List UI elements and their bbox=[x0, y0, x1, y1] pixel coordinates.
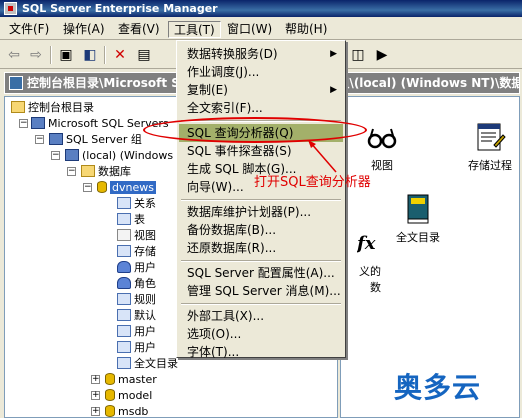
menu-item-restore-database[interactable]: 还原数据库(R)... bbox=[179, 239, 343, 257]
tree-item-fulltext-catalogs[interactable]: 全文目录 bbox=[117, 355, 178, 372]
menu-tools[interactable]: 工具(T) bbox=[168, 21, 221, 38]
function-icon bbox=[117, 341, 131, 353]
fulltext-catalog-icon bbox=[117, 357, 131, 369]
menu-item-maintenance-planner[interactable]: 数据库维护计划器(P)... bbox=[179, 203, 343, 221]
tree-item-users[interactable]: 用户 bbox=[117, 259, 156, 276]
menu-separator bbox=[181, 199, 341, 201]
detail-fulltext-catalogs[interactable]: 全文目录 bbox=[383, 193, 453, 245]
properties-icon[interactable]: ▤ bbox=[134, 45, 154, 65]
window-title: SQL Server Enterprise Manager bbox=[22, 2, 218, 15]
menu-help[interactable]: 帮助(H) bbox=[280, 21, 332, 38]
detail-label: 存储过程 bbox=[468, 159, 512, 172]
tools-dropdown-menu: 数据转换服务(D) ▶ 作业调度(J)... 复制(E) ▶ 全文索引(F)... … bbox=[176, 40, 346, 361]
annotation-label: 打开SQL查询分析器 bbox=[254, 175, 371, 190]
menu-view[interactable]: 查看(V) bbox=[113, 21, 165, 38]
menu-separator bbox=[181, 260, 341, 262]
tree-item-local-server[interactable]: (local) (Windows bbox=[65, 147, 173, 164]
server-group-icon bbox=[31, 117, 45, 129]
tree-item-msdb[interactable]: msdb bbox=[105, 403, 148, 417]
up-folder-icon[interactable]: ▣ bbox=[56, 45, 76, 65]
console-root-icon bbox=[9, 76, 23, 90]
svg-text:fx: fx bbox=[357, 233, 376, 254]
submenu-arrow-icon: ▶ bbox=[330, 49, 337, 59]
tree-item-model[interactable]: model bbox=[105, 387, 152, 404]
tree-item-user-types[interactable]: 用户 bbox=[117, 323, 156, 340]
folder-icon bbox=[11, 101, 25, 113]
tree-item-sql-server-group[interactable]: SQL Server 组 bbox=[49, 131, 142, 148]
detail-label: 全文目录 bbox=[396, 231, 440, 244]
menu-item-server-properties[interactable]: SQL Server 配置属性(A)... bbox=[179, 264, 343, 282]
menu-item-options[interactable]: 选项(O)... bbox=[179, 325, 343, 343]
menu-item-backup-database[interactable]: 备份数据库(B)... bbox=[179, 221, 343, 239]
view-glasses-icon bbox=[366, 121, 398, 153]
default-icon bbox=[117, 309, 131, 321]
diagram-icon bbox=[117, 197, 131, 209]
forward-arrow-icon[interactable]: ⇨ bbox=[26, 45, 46, 65]
tree-item-stored-procs[interactable]: 存储 bbox=[117, 243, 156, 260]
menu-item-replication[interactable]: 复制(E) ▶ bbox=[179, 81, 343, 99]
collapse-icon[interactable]: − bbox=[67, 167, 76, 176]
collapse-icon[interactable]: − bbox=[83, 183, 92, 192]
tree-item-rules[interactable]: 规则 bbox=[117, 291, 156, 308]
database-icon bbox=[97, 181, 107, 193]
menu-item-fulltext-index[interactable]: 全文索引(F)... bbox=[179, 99, 343, 117]
fulltext-catalog-icon bbox=[402, 193, 434, 225]
user-type-icon bbox=[117, 325, 131, 337]
delete-icon[interactable]: ✕ bbox=[110, 45, 130, 65]
user-icon bbox=[117, 261, 131, 273]
title-bar: SQL Server Enterprise Manager bbox=[0, 0, 522, 17]
tree-item-dvnews[interactable]: dvnews bbox=[97, 179, 156, 196]
menu-item-job-scheduling[interactable]: 作业调度(J)... bbox=[179, 63, 343, 81]
folder-icon bbox=[81, 165, 95, 177]
toolbar-separator bbox=[104, 46, 106, 64]
back-arrow-icon[interactable]: ⇦ bbox=[4, 45, 24, 65]
annotation-arrow-icon bbox=[308, 140, 337, 173]
tree-item-roles[interactable]: 角色 bbox=[117, 275, 156, 292]
server-icon bbox=[65, 149, 79, 161]
menu-item-manage-messages[interactable]: 管理 SQL Server 消息(M)... bbox=[179, 282, 343, 300]
detail-label: 视图 bbox=[371, 159, 393, 172]
database-icon bbox=[105, 405, 115, 417]
rule-icon bbox=[117, 293, 131, 305]
watermark-logo: 奥多云 bbox=[394, 371, 482, 404]
collapse-icon[interactable]: − bbox=[19, 119, 28, 128]
role-icon bbox=[117, 277, 131, 289]
show-tree-icon[interactable]: ◧ bbox=[80, 45, 100, 65]
tree-item-defaults[interactable]: 默认 bbox=[117, 307, 156, 324]
menu-window[interactable]: 窗口(W) bbox=[222, 21, 277, 38]
app-icon bbox=[4, 2, 17, 15]
run-icon[interactable]: ▶ bbox=[372, 45, 392, 65]
tree-item-user-functions[interactable]: 用户 bbox=[117, 339, 156, 356]
detail-stored-procs[interactable]: 存储过程 bbox=[455, 121, 522, 173]
menu-action[interactable]: 操作(A) bbox=[58, 21, 110, 38]
menu-item-fonts[interactable]: 字体(T)... bbox=[179, 343, 343, 361]
tree-item-console-root[interactable]: 控制台根目录 bbox=[11, 99, 94, 116]
submenu-arrow-icon: ▶ bbox=[330, 85, 337, 95]
view-glasses-icon bbox=[117, 229, 131, 241]
tree-item-databases[interactable]: 数据库 bbox=[81, 163, 131, 180]
tree-item-master[interactable]: master bbox=[105, 371, 157, 388]
expand-icon[interactable]: + bbox=[91, 407, 100, 416]
table-icon bbox=[117, 213, 131, 225]
collapse-icon[interactable]: − bbox=[51, 151, 60, 160]
tree-item-relations[interactable]: 关系 bbox=[117, 195, 156, 212]
menu-file[interactable]: 文件(F) bbox=[4, 21, 54, 38]
menu-bar: 文件(F) 操作(A) 查看(V) 工具(T) 窗口(W) 帮助(H) bbox=[0, 18, 522, 40]
toolbar-separator bbox=[50, 46, 52, 64]
menu-item-external-tools[interactable]: 外部工具(X)... bbox=[179, 307, 343, 325]
tree-item-tables[interactable]: 表 bbox=[117, 211, 145, 228]
server-group-icon bbox=[49, 133, 63, 145]
stored-procedure-icon bbox=[474, 121, 506, 153]
collapse-icon[interactable]: − bbox=[35, 135, 44, 144]
expand-icon[interactable]: + bbox=[91, 391, 100, 400]
menu-item-dts[interactable]: 数据转换服务(D) ▶ bbox=[179, 45, 343, 63]
tree-item-views[interactable]: 视图 bbox=[117, 227, 156, 244]
expand-icon[interactable]: + bbox=[91, 375, 100, 384]
menu-separator bbox=[181, 303, 341, 305]
database-icon bbox=[105, 389, 115, 401]
database-icon bbox=[105, 373, 115, 385]
new-icon[interactable]: ◫ bbox=[348, 45, 368, 65]
stored-procedure-icon bbox=[117, 245, 131, 257]
